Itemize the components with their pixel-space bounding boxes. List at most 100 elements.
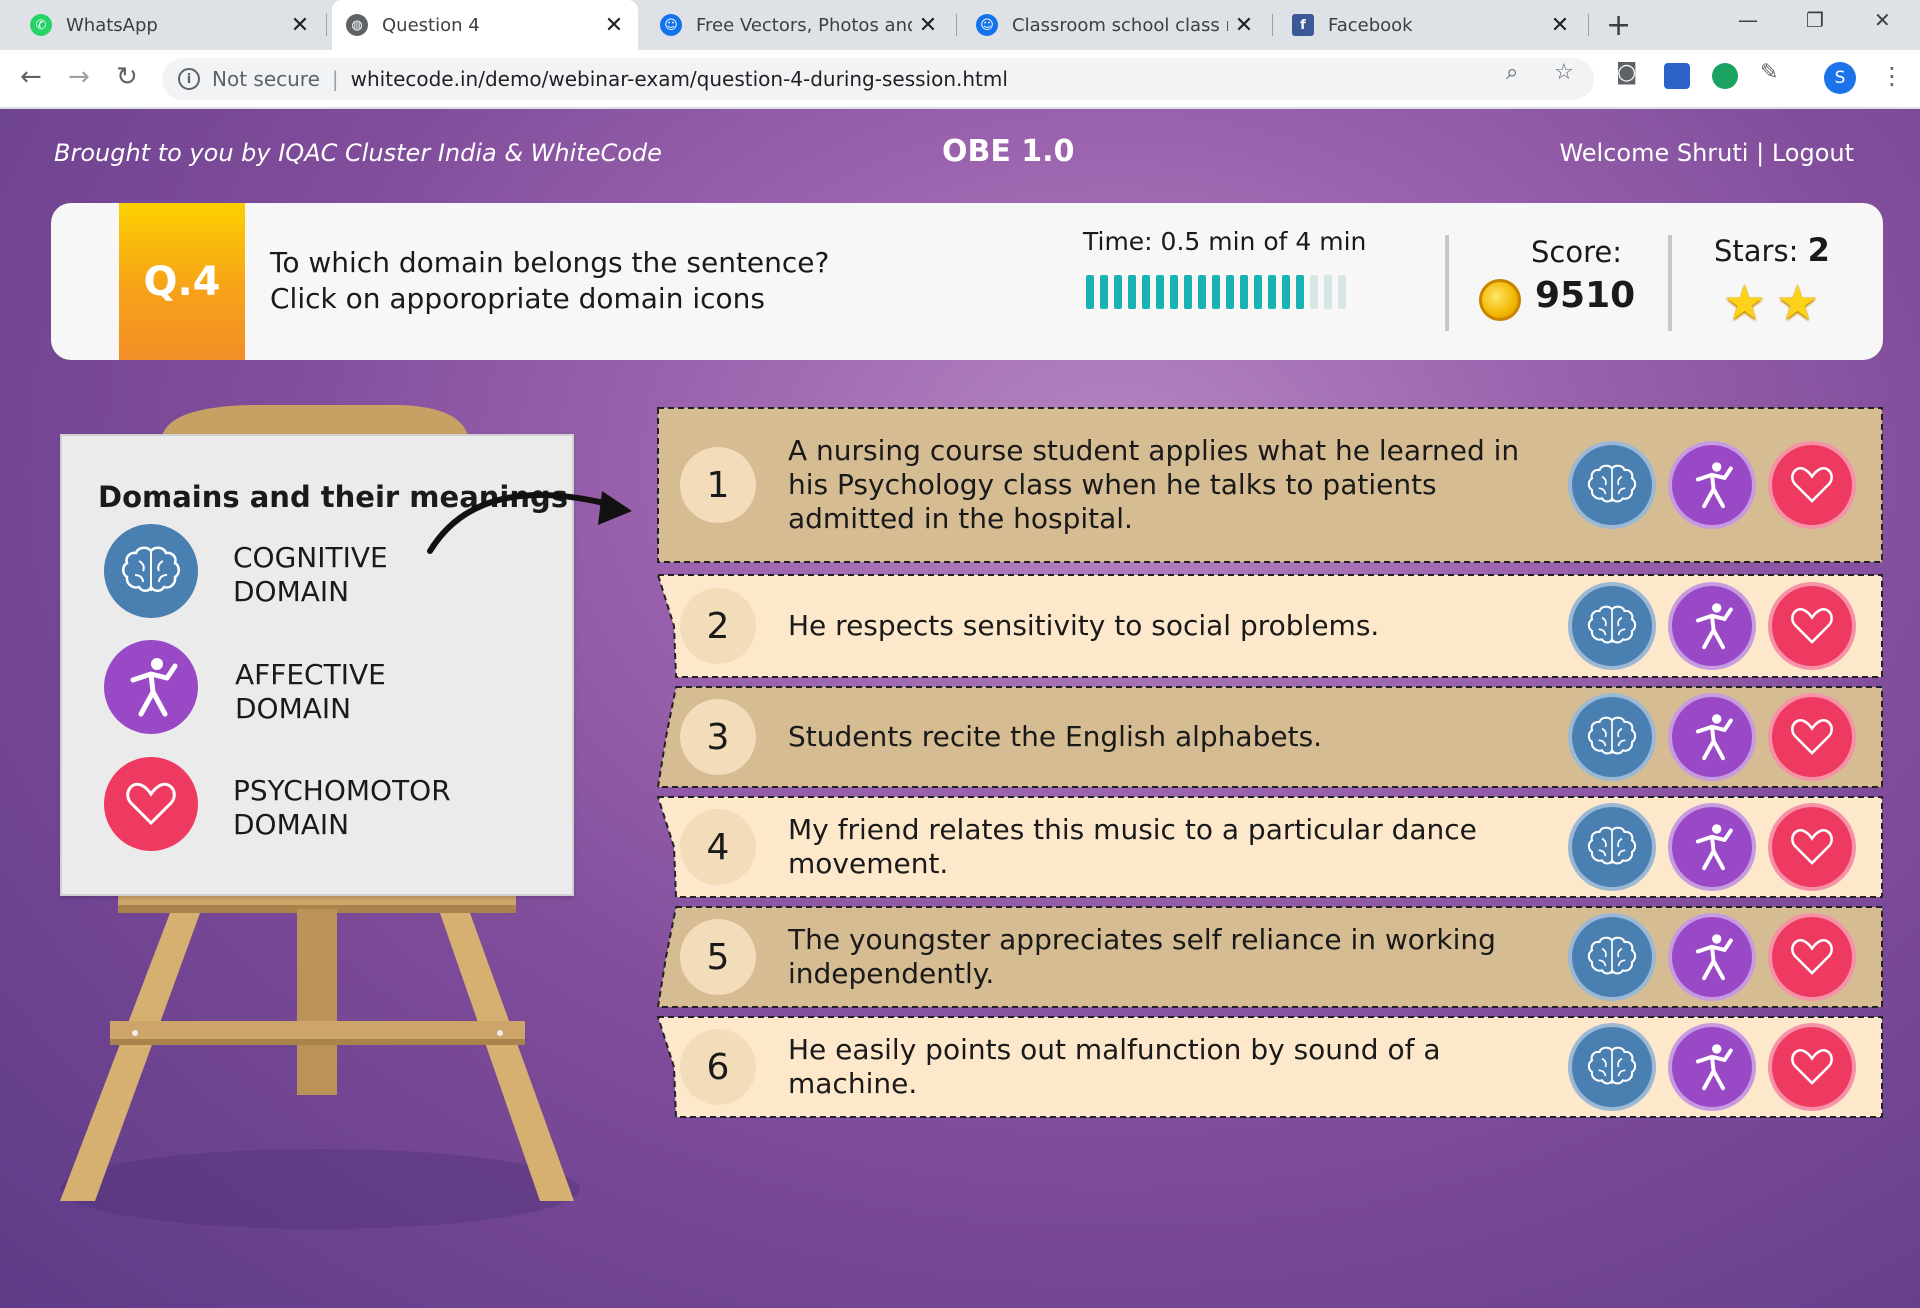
legend-cognitive-label: COGNITIVE DOMAIN bbox=[233, 541, 388, 608]
psychomotor-domain-button[interactable] bbox=[1768, 1023, 1856, 1111]
dancer-icon bbox=[104, 640, 198, 734]
eyedropper-extension-icon[interactable]: ✎ bbox=[1760, 60, 1778, 85]
info-icon[interactable]: i bbox=[178, 68, 200, 90]
timer-segment bbox=[1170, 275, 1178, 309]
timer-segment bbox=[1212, 275, 1220, 309]
timer-segment bbox=[1254, 275, 1262, 309]
statement-row: 5 The youngster appreciates self relianc… bbox=[656, 905, 1884, 1009]
score-value: 9510 bbox=[1535, 275, 1636, 316]
url-text[interactable]: whitecode.in/demo/webinar-exam/question-… bbox=[351, 67, 1008, 91]
timer-segment bbox=[1296, 275, 1304, 309]
psychomotor-domain-button[interactable] bbox=[1768, 441, 1856, 529]
tab-freepik-classroom[interactable]: ☺ Classroom school class roo ✕ bbox=[962, 0, 1268, 50]
user-area: Welcome Shruti | Logout bbox=[1559, 139, 1854, 167]
affective-domain-button[interactable] bbox=[1668, 1023, 1756, 1111]
bookmark-star-icon[interactable]: ☆ bbox=[1554, 60, 1574, 85]
statement-row: 3 Students recite the English alphabets. bbox=[656, 685, 1884, 789]
minimize-button[interactable]: — bbox=[1738, 8, 1758, 32]
stars-value: 2 bbox=[1807, 231, 1830, 269]
tab-freepik-vectors[interactable]: ☺ Free Vectors, Photos and PS ✕ bbox=[646, 0, 952, 50]
star-icon: ★ bbox=[1723, 275, 1767, 331]
zoom-icon[interactable]: ⌕ bbox=[1506, 60, 1518, 85]
chat-extension-icon[interactable] bbox=[1712, 63, 1738, 89]
timer-segment bbox=[1226, 275, 1234, 309]
reload-button[interactable]: ↻ bbox=[116, 62, 138, 92]
tab-whatsapp[interactable]: ✆ WhatsApp ✕ bbox=[16, 0, 324, 50]
statement-text: Students recite the English alphabets. bbox=[788, 720, 1323, 753]
affective-domain-button[interactable] bbox=[1668, 803, 1756, 891]
browser-toolbar: ← → ↻ i Not secure | whitecode.in/demo/w… bbox=[0, 50, 1920, 108]
close-icon[interactable]: ✕ bbox=[1234, 13, 1254, 38]
timer-segment bbox=[1338, 275, 1346, 309]
timer-segment bbox=[1184, 275, 1192, 309]
timer-segment bbox=[1268, 275, 1276, 309]
dancer-icon bbox=[1690, 601, 1734, 651]
profile-avatar[interactable]: S bbox=[1824, 62, 1856, 94]
timer-segment bbox=[1240, 275, 1248, 309]
brain-icon bbox=[1587, 1045, 1637, 1089]
download-extension-icon[interactable] bbox=[1664, 63, 1690, 89]
statement-text: The youngster appreciates self reliance … bbox=[788, 923, 1496, 990]
statement-number: 3 bbox=[680, 699, 756, 775]
close-icon[interactable]: ✕ bbox=[918, 13, 938, 38]
camera-extension-icon[interactable]: ◙ bbox=[1616, 60, 1637, 85]
new-tab-button[interactable]: + bbox=[1606, 8, 1631, 43]
statement-row: 1 A nursing course student applies what … bbox=[656, 406, 1884, 564]
close-icon[interactable]: ✕ bbox=[604, 13, 624, 38]
menu-icon[interactable]: ⋮ bbox=[1880, 62, 1904, 90]
statement-row: 6 He easily points out malfunction by so… bbox=[656, 1015, 1884, 1119]
brain-icon bbox=[104, 524, 198, 618]
back-button[interactable]: ← bbox=[20, 62, 42, 92]
globe-icon: ◍ bbox=[346, 14, 368, 36]
affective-domain-button[interactable] bbox=[1668, 441, 1756, 529]
quiz-page: Brought to you by IQAC Cluster India & W… bbox=[0, 109, 1920, 1308]
affective-domain-button[interactable] bbox=[1668, 582, 1756, 670]
timer-segment bbox=[1324, 275, 1332, 309]
address-bar[interactable]: i Not secure | whitecode.in/demo/webinar… bbox=[162, 58, 1594, 100]
time-label: Time: 0.5 min of 4 min bbox=[1083, 227, 1367, 256]
close-icon[interactable]: ✕ bbox=[290, 13, 310, 38]
cognitive-domain-button[interactable] bbox=[1568, 582, 1656, 670]
heart-icon bbox=[1790, 717, 1834, 757]
welcome-text: Welcome Shruti bbox=[1559, 139, 1749, 167]
timer-segment bbox=[1198, 275, 1206, 309]
facebook-icon: f bbox=[1292, 14, 1314, 36]
cognitive-domain-button[interactable] bbox=[1568, 803, 1656, 891]
restore-button[interactable]: ❐ bbox=[1806, 8, 1824, 32]
dancer-icon bbox=[1690, 1042, 1734, 1092]
timer-segment bbox=[1086, 275, 1094, 309]
psychomotor-domain-button[interactable] bbox=[1768, 913, 1856, 1001]
affective-domain-button[interactable] bbox=[1668, 913, 1756, 1001]
statement-number: 2 bbox=[680, 588, 756, 664]
affective-domain-button[interactable] bbox=[1668, 693, 1756, 781]
curved-arrow-icon bbox=[427, 491, 632, 554]
brain-icon bbox=[1587, 825, 1637, 869]
heart-icon bbox=[1790, 937, 1834, 977]
psychomotor-domain-button[interactable] bbox=[1768, 582, 1856, 670]
cognitive-domain-button[interactable] bbox=[1568, 913, 1656, 1001]
close-window-button[interactable]: ✕ bbox=[1874, 8, 1891, 32]
timer-segment bbox=[1142, 275, 1150, 309]
timer-bar bbox=[1086, 275, 1346, 309]
stars-label: Stars: 2 bbox=[1714, 231, 1830, 269]
logout-link[interactable]: | Logout bbox=[1756, 139, 1854, 167]
heart-icon bbox=[1790, 606, 1834, 646]
psychomotor-domain-button[interactable] bbox=[1768, 803, 1856, 891]
tab-facebook[interactable]: f Facebook ✕ bbox=[1278, 0, 1584, 50]
statement-text: He respects sensitivity to social proble… bbox=[788, 609, 1380, 642]
dancer-icon bbox=[1690, 712, 1734, 762]
dancer-icon bbox=[1690, 460, 1734, 510]
cognitive-domain-button[interactable] bbox=[1568, 441, 1656, 529]
dancer-icon bbox=[1690, 932, 1734, 982]
heart-icon bbox=[104, 757, 198, 851]
security-label: Not secure bbox=[212, 67, 320, 91]
tab-question-4[interactable]: ◍ Question 4 ✕ bbox=[332, 0, 638, 50]
cognitive-domain-button[interactable] bbox=[1568, 693, 1656, 781]
psychomotor-domain-button[interactable] bbox=[1768, 693, 1856, 781]
cognitive-domain-button[interactable] bbox=[1568, 1023, 1656, 1111]
close-icon[interactable]: ✕ bbox=[1550, 13, 1570, 38]
forward-button[interactable]: → bbox=[68, 62, 90, 92]
brain-icon bbox=[1587, 935, 1637, 979]
heart-icon bbox=[1790, 465, 1834, 505]
legend-affective-label: AFFECTIVE DOMAIN bbox=[235, 658, 386, 725]
